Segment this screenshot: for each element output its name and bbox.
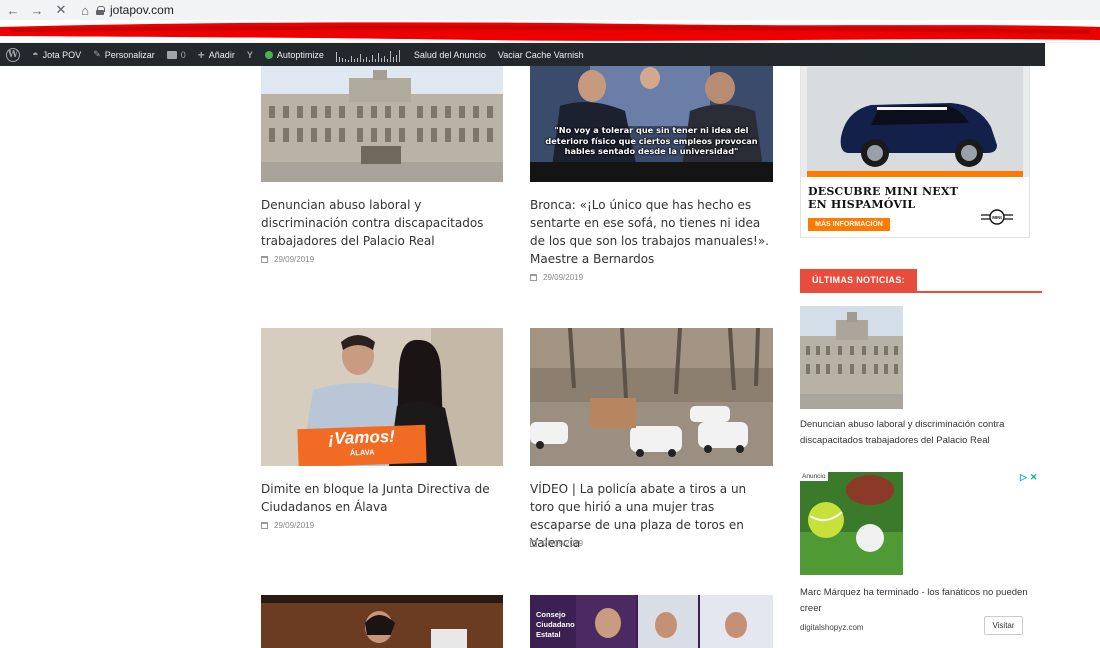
browser-nav: ← → ✕ ⌂ [6,2,92,18]
post-date: 29/09/2019 [261,521,314,530]
comments-menu[interactable]: 0 [161,43,192,66]
ad-headline: DESCUBRE MINI NEXT EN HISPAMÓVIL [808,185,958,211]
sponsored-image[interactable] [800,472,903,575]
post-image-toro[interactable] [530,328,773,466]
mini-ad-banner[interactable]: DESCUBRE MINI NEXT EN HISPAMÓVIL MÁS INF… [800,66,1030,238]
sponsored-title[interactable]: Marc Márquez ha terminado - los fanático… [800,585,1028,617]
post-date-text: 28/09/2019 [543,539,584,548]
post-date: 29/09/2019 [530,273,583,282]
calendar-icon [261,522,268,529]
comments-count: 0 [180,49,186,60]
yoast-menu[interactable]: Y [241,43,259,66]
ad-cta-button[interactable]: MÁS INFORMACIÓN [808,218,890,231]
chamber-photo [261,595,503,648]
sports-balls-photo [800,472,903,575]
redaction-scribble [0,22,1100,41]
stats-sparkline[interactable] [330,43,408,66]
site-name: Jota POV [42,49,82,60]
image-caption: "No voy a tolerar que sin tener ni idea … [545,125,758,156]
varnish-menu[interactable]: Vaciar Cache Varnish [492,43,590,66]
latest-news-link[interactable]: Denuncian abuso laboral y discriminación… [800,417,1032,449]
close-icon[interactable]: ✕ [54,2,68,18]
arrow-left-icon[interactable]: ← [6,3,20,18]
varnish-label: Vaciar Cache Varnish [497,49,584,60]
post-image-bottom-left[interactable] [261,595,503,648]
status-dot-icon [264,50,273,59]
add-new-menu[interactable]: + Añadir [192,43,241,66]
autoptimize-menu[interactable]: Autoptimize [259,43,330,66]
calendar-icon [530,540,537,547]
street-photo [530,328,773,466]
sparkline-icon [335,49,400,62]
wp-admin-bar: W ◓ Jota POV ✎ Personalizar 0 + Añadir Y… [0,43,1045,66]
mini-car-image [801,67,1029,177]
lock-icon [96,5,105,15]
dashboard-icon: ◓ [32,48,39,61]
site-name-menu[interactable]: ◓ Jota POV [26,43,87,66]
mini-logo-text: MINI [992,214,1002,220]
ad-health-label: Salud del Anuncio [413,49,486,60]
latest-news-thumbnail[interactable] [800,306,903,409]
ad-headline-1: DESCUBRE MINI NEXT [808,185,958,198]
post-title[interactable]: Denuncian abuso laboral y discriminación… [261,196,501,250]
ad-headline-2: EN HISPAMÓVIL [808,198,916,211]
customize-label: Personalizar [104,49,155,60]
mini-logo-icon: MINI [979,208,1015,226]
post-date-text: 29/09/2019 [274,521,315,530]
url-text[interactable]: jotapov.com [110,3,174,17]
post-date-text: 29/09/2019 [543,273,584,282]
home-icon[interactable]: ⌂ [78,3,92,18]
customize-menu[interactable]: ✎ Personalizar [87,43,161,66]
arrow-right-icon[interactable]: → [30,3,44,18]
latest-news-heading: ÚLTIMAS NOTICIAS: [800,269,1042,293]
tv-debate-photo [530,66,773,182]
plus-icon: + [197,47,205,62]
post-title[interactable]: Dimite en bloque la Junta Directiva de C… [261,480,501,516]
sponsored-domain: digitalshopyz.com [800,623,864,632]
autoptimize-label: Autoptimize [276,49,324,60]
bottom-card-label: Consejo Ciudadano Estatal [536,610,575,639]
browser-chrome: ← → ✕ ⌂ jotapov.com [0,0,1100,43]
latest-news-title: ÚLTIMAS NOTICIAS: [800,269,917,291]
address-bar[interactable]: jotapov.com [96,2,174,18]
add-new-label: Añadir [208,49,235,60]
wp-logo-menu[interactable]: W [0,43,26,66]
post-date: 29/09/2019 [261,255,314,264]
adchoices-icon[interactable]: ▷ ✕ [1020,472,1037,483]
ad-health-menu[interactable]: Salud del Anuncio [408,43,492,66]
visit-button[interactable]: Visitar [984,616,1023,635]
brush-icon: ✎ [93,49,101,59]
vamos-sign: ¡Vamos! ÁLAVA [297,424,427,466]
post-image-ciudadanos[interactable]: ¡Vamos! ÁLAVA [261,328,503,466]
comment-icon [166,50,177,59]
ad-badge: Anuncio [800,472,828,481]
post-title[interactable]: Bronca: «¡Lo único que has hecho es sent… [530,196,773,268]
post-date: 28/09/2019 [530,539,583,548]
wordpress-icon: W [6,47,20,62]
calendar-icon [261,256,268,263]
post-image-palacio[interactable] [261,66,503,182]
calendar-icon [530,274,537,281]
palace-thumbnail [800,306,903,409]
post-image-bronca[interactable]: "No voy a tolerar que sin tener ni idea … [530,66,773,182]
palace-photo [261,66,503,182]
post-image-bottom-right[interactable]: Consejo Ciudadano Estatal [530,595,773,648]
post-date-text: 29/09/2019 [274,255,315,264]
yoast-icon: Y [246,49,253,60]
